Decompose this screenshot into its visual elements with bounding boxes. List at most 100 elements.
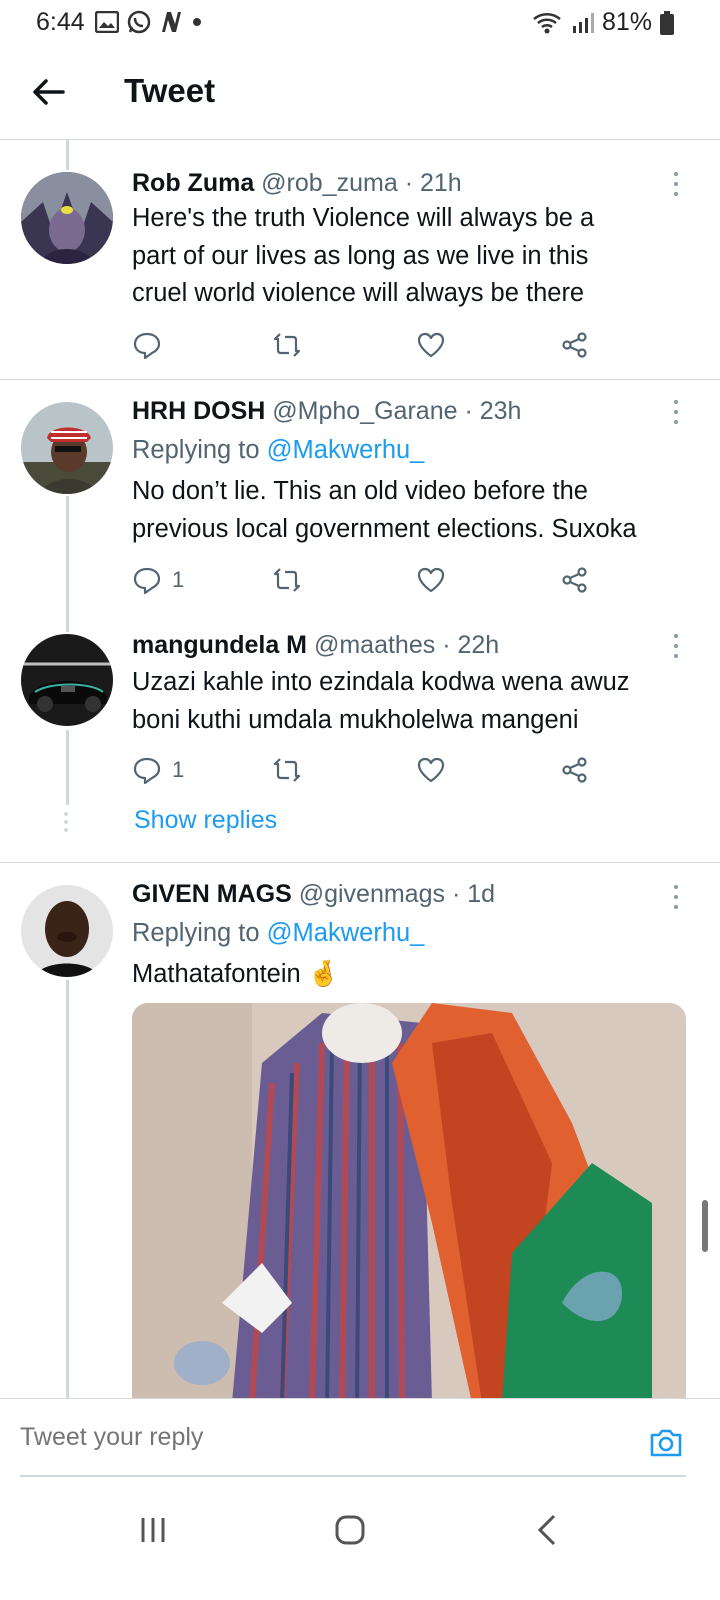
like-icon — [417, 757, 445, 783]
tweet[interactable]: mangundela M @maathes · 22h Uzazi kahle … — [0, 612, 720, 792]
reply-count: 1 — [172, 757, 185, 782]
tweet-text: Here's the truth Violence will always be… — [132, 200, 690, 313]
retweet-button[interactable] — [272, 562, 302, 598]
reply-button[interactable]: 1 — [132, 752, 184, 788]
tweet-text: Uzazi kahle into ezindala kodwa wena awu… — [132, 664, 690, 739]
author-name[interactable]: HRH DOSH — [132, 397, 265, 425]
tweet-time: · 21h — [404, 169, 462, 197]
thread-dots — [64, 812, 70, 836]
mention-link[interactable]: @Makwerhu_ — [267, 919, 425, 947]
replying-to-label: Replying to — [132, 919, 267, 947]
system-nav-bar — [0, 1480, 720, 1600]
tweet-text: No don’t lie. This an old video before t… — [132, 473, 690, 548]
reply-icon — [133, 757, 161, 785]
retweet-icon — [273, 758, 301, 782]
wifi-icon — [533, 12, 561, 33]
tweet-meta: GIVEN MAGS @givenmags · 1d — [132, 877, 690, 911]
reply-underline — [20, 1475, 686, 1477]
signal-icon — [572, 12, 594, 33]
tweet-actions: 1 — [132, 752, 602, 788]
more-options-icon[interactable] — [672, 172, 680, 202]
tweet-time: · 22h — [442, 631, 500, 659]
reply-count: 1 — [172, 567, 185, 592]
share-icon — [562, 567, 587, 593]
tweet-text-line: No don’t lie. This an old video before t… — [132, 477, 588, 505]
status-time: 6:44 — [36, 8, 85, 36]
mention-link[interactable]: @Makwerhu_ — [267, 436, 425, 464]
share-button[interactable] — [560, 327, 590, 363]
like-icon — [417, 332, 445, 358]
tweet-meta: HRH DOSH @Mpho_Garane · 23h — [132, 394, 690, 428]
back-icon[interactable] — [528, 1510, 568, 1550]
replying-to: Replying to @Makwerhu_ — [132, 432, 690, 469]
n-app-icon — [162, 12, 181, 32]
tweet-actions: 1 — [132, 562, 602, 598]
tweet[interactable]: HRH DOSH @Mpho_Garane · 23h Replying to … — [0, 380, 720, 610]
retweet-button[interactable] — [272, 327, 302, 363]
crossed-fingers-emoji: 🤞 — [307, 960, 340, 988]
tweet[interactable]: Rob Zuma @rob_zuma · 21h Here's the trut… — [0, 160, 720, 380]
reply-button[interactable]: 1 — [132, 562, 184, 598]
home-icon[interactable] — [330, 1510, 370, 1550]
author-name[interactable]: Rob Zuma — [132, 169, 254, 197]
camera-icon[interactable] — [648, 1425, 684, 1461]
replying-to: Replying to @Makwerhu_ — [132, 915, 690, 952]
retweet-icon — [273, 568, 301, 592]
retweet-icon — [273, 333, 301, 357]
whatsapp-icon — [127, 10, 151, 34]
tweet-text-line: boni kuthi umdala mukholelwa mangeni — [132, 705, 579, 734]
tweet-text-line: Uzazi kahle into ezindala kodwa wena awu… — [132, 668, 630, 696]
tweet-text-line: cruel world violence will always be ther… — [132, 279, 585, 307]
author-name[interactable]: GIVEN MAGS — [132, 880, 292, 908]
avatar[interactable] — [21, 885, 113, 977]
tweet-text-line: Here's the truth Violence will always be… — [132, 204, 595, 232]
retweet-button[interactable] — [272, 752, 302, 788]
tweet-text-line: Mathatafontein — [132, 960, 301, 988]
share-icon — [562, 332, 587, 358]
top-bar: Tweet — [0, 44, 720, 140]
author-handle[interactable]: @rob_zuma — [261, 169, 398, 197]
avatar[interactable] — [21, 172, 113, 264]
tweet-time: · 23h — [464, 397, 522, 425]
reply-input[interactable] — [20, 1423, 580, 1452]
status-bar: 6:44 81% — [0, 0, 720, 44]
avatar[interactable] — [21, 402, 113, 494]
tweet-meta: Rob Zuma @rob_zuma · 21h — [132, 166, 690, 200]
author-handle[interactable]: @Mpho_Garane — [272, 397, 457, 425]
tweet-media-video[interactable] — [132, 1003, 686, 1403]
more-options-icon[interactable] — [672, 400, 680, 430]
more-options-icon[interactable] — [672, 885, 680, 915]
like-button[interactable] — [416, 327, 446, 363]
tweet-time: · 1d — [451, 880, 496, 908]
like-icon — [417, 567, 445, 593]
like-button[interactable] — [416, 752, 446, 788]
reply-icon — [133, 567, 161, 595]
battery-icon — [660, 10, 674, 35]
author-handle[interactable]: @maathes — [314, 631, 435, 659]
tweet-text: Mathatafontein 🤞 — [132, 956, 690, 994]
reply-composer — [0, 1398, 720, 1478]
author-name[interactable]: mangundela M — [132, 631, 307, 659]
tweet-text-line: previous local government elections. Sux… — [132, 514, 637, 543]
scrollbar-thumb[interactable] — [702, 1200, 708, 1252]
battery-percent: 81% — [601, 8, 652, 36]
notification-dot-icon — [193, 18, 201, 26]
share-icon — [562, 757, 587, 783]
tweet-text-line: part of our lives as long as we live in … — [132, 241, 589, 270]
tweet-meta: mangundela M @maathes · 22h — [132, 628, 690, 662]
avatar[interactable] — [21, 634, 113, 726]
page-title: Tweet — [124, 72, 216, 109]
more-options-icon[interactable] — [672, 634, 680, 664]
share-button[interactable] — [560, 562, 590, 598]
show-replies-link[interactable]: Show replies — [134, 806, 277, 835]
recent-apps-icon[interactable] — [133, 1510, 173, 1550]
author-handle[interactable]: @givenmags — [299, 880, 445, 908]
replying-to-label: Replying to — [132, 436, 267, 464]
gallery-icon — [95, 11, 119, 33]
reply-button[interactable] — [132, 327, 162, 363]
like-button[interactable] — [416, 562, 446, 598]
share-button[interactable] — [560, 752, 590, 788]
tweet-actions — [132, 327, 602, 363]
back-arrow-icon[interactable] — [30, 74, 66, 110]
reply-icon — [133, 332, 161, 360]
